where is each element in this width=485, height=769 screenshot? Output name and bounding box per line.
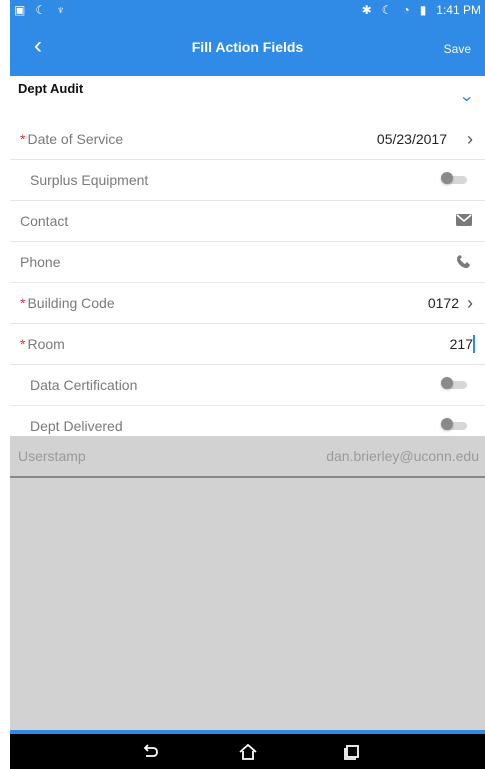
page-title: Fill Action Fields <box>191 39 304 55</box>
section-header[interactable]: Dept Audit ⌄ <box>10 76 485 119</box>
building-code-row[interactable]: * Building Code 0172 › <box>10 283 485 324</box>
dept-delivered-toggle[interactable] <box>441 418 467 430</box>
app-bar: ‹ Fill Action Fields Save <box>10 22 485 76</box>
contact-row[interactable]: Contact <box>10 201 485 242</box>
contact-label: Contact <box>20 213 69 229</box>
app-notification-icon: ♆ <box>56 3 66 17</box>
userstamp-row: Userstamp dan.brierley@uconn.edu <box>10 436 485 478</box>
system-nav-bar <box>10 734 485 769</box>
moon-icon: ☾ <box>35 3 47 17</box>
userstamp-label: Userstamp <box>18 448 86 464</box>
dept-delivered-label: Dept Delivered <box>30 418 123 434</box>
data-certification-row: Data Certification <box>10 365 485 406</box>
wifi-icon: ◔ <box>402 3 410 17</box>
chevron-right-icon[interactable]: › <box>467 129 473 150</box>
data-certification-toggle[interactable] <box>441 377 467 389</box>
app-frame: ▣ ☾ ♆ ✱ ☾ ◔ ▮ 1:41 PM ‹ Fill Action Fiel… <box>0 0 485 769</box>
home-nav-icon[interactable] <box>236 740 260 764</box>
toggle-knob <box>441 418 453 430</box>
room-input[interactable]: 217 <box>450 336 473 352</box>
status-right-icons: ✱ ☾ ◔ ▮ 1:41 PM <box>362 3 481 17</box>
fields-list: * Date of Service 05/23/2017 › Surplus Eq… <box>10 119 485 447</box>
required-asterisk: * <box>20 295 26 311</box>
status-time: 1:41 PM <box>436 3 481 17</box>
text-cursor <box>473 335 475 353</box>
moon-icon: ☾ <box>381 3 393 17</box>
back-nav-icon[interactable] <box>138 740 162 764</box>
surplus-equipment-label: Surplus Equipment <box>30 172 149 188</box>
bluetooth-icon: ✱ <box>361 3 372 17</box>
date-of-service-value[interactable]: 05/23/2017 <box>377 131 447 147</box>
phone-label: Phone <box>20 254 61 270</box>
status-bar: ▣ ☾ ♆ ✱ ☾ ◔ ▮ 1:41 PM <box>10 0 485 22</box>
chevron-down-icon[interactable]: ⌄ <box>458 86 474 106</box>
recents-nav-icon[interactable] <box>340 740 364 764</box>
notification-icon: ▣ <box>14 3 26 17</box>
battery-icon: ▮ <box>419 3 427 17</box>
building-code-label: * Building Code <box>20 295 115 311</box>
userstamp-value: dan.brierley@uconn.edu <box>326 448 479 464</box>
save-button[interactable]: Save <box>444 42 471 56</box>
building-code-value[interactable]: 0172 <box>428 295 459 311</box>
date-of-service-label: * Date of Service <box>20 131 124 147</box>
surplus-equipment-toggle[interactable] <box>441 172 467 184</box>
toggle-knob <box>441 172 453 184</box>
room-row[interactable]: * Room 217 <box>10 324 485 365</box>
data-certification-label: Data Certification <box>30 377 138 393</box>
toggle-knob <box>441 377 453 389</box>
room-label: * Room <box>20 336 65 352</box>
section-title: Dept Audit <box>18 81 84 96</box>
status-left-icons: ▣ ☾ ♆ <box>14 3 65 17</box>
empty-area <box>10 478 485 730</box>
phone-row[interactable]: Phone <box>10 242 485 283</box>
date-of-service-row[interactable]: * Date of Service 05/23/2017 › <box>10 119 485 160</box>
required-asterisk: * <box>20 336 26 352</box>
phone-icon[interactable] <box>455 254 473 270</box>
email-icon[interactable] <box>455 213 473 229</box>
chevron-right-icon[interactable]: › <box>467 293 473 314</box>
required-asterisk: * <box>20 131 26 147</box>
surplus-equipment-row: Surplus Equipment <box>10 160 485 201</box>
